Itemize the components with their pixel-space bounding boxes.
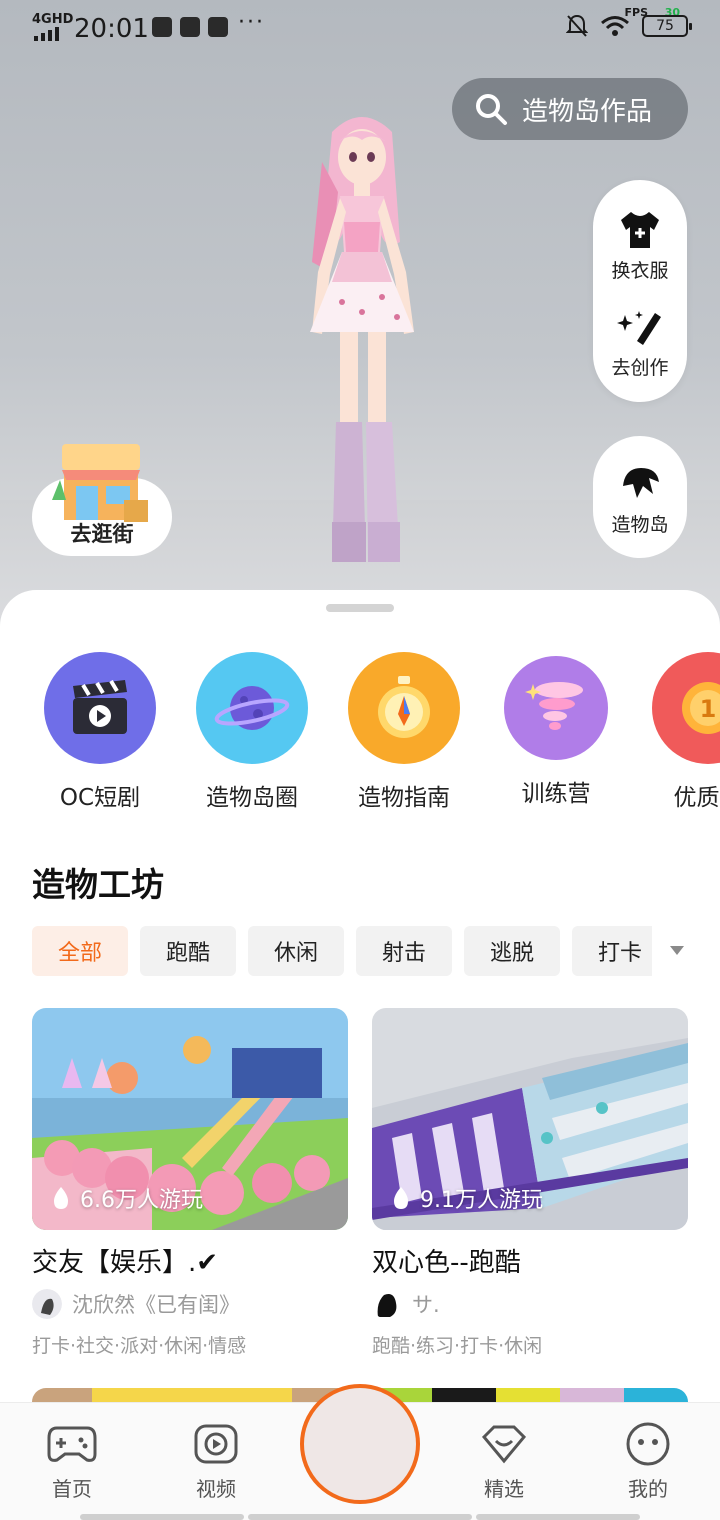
charging-icon — [152, 17, 172, 37]
tshirt-icon — [620, 212, 659, 248]
nav-featured[interactable]: 精选 — [464, 1421, 544, 1502]
quick-action-label: 优质作 — [673, 785, 720, 811]
game-tags: 打卡·社交·派对·休闲·情感 — [32, 1335, 247, 1357]
svg-text:1: 1 — [700, 695, 717, 723]
play-count: 6.6万人游玩 — [52, 1182, 203, 1214]
nav-video[interactable]: 视频 — [176, 1421, 256, 1502]
bottom-sheet: OC短剧 造物岛圈 造物指南 训练营 1 优质 造物工坊 全部 跑酷 休闲 射击… — [0, 590, 720, 1520]
change-clothes-button[interactable]: 换衣服 — [611, 210, 669, 283]
flame-icon — [394, 1187, 408, 1209]
quick-action-label: 造物指南 — [358, 785, 450, 811]
sheet-drag-handle[interactable] — [326, 604, 394, 612]
author-name: 沈欣然《已有闺》 — [72, 1293, 240, 1317]
gamepad-icon — [47, 1426, 97, 1462]
nav-home[interactable]: 首页 — [32, 1421, 112, 1502]
chip-shooting[interactable]: 射击 — [356, 926, 452, 976]
flame-icon — [54, 1187, 68, 1209]
medal-icon: 1 — [682, 682, 720, 734]
wifi-icon — [601, 16, 629, 36]
quick-action-label: 训练营 — [521, 781, 591, 807]
nav-mine[interactable]: 我的 — [608, 1421, 688, 1502]
planet-icon — [214, 686, 290, 730]
chip-checkin[interactable]: 打卡 — [572, 926, 652, 976]
gem-heart-icon — [481, 1425, 527, 1464]
author-name: サ. — [412, 1293, 440, 1317]
workshop-title: 造物工坊 — [32, 865, 164, 904]
avatar-scene: 4GHD 20:01 ··· FPS 30 75 造物岛作品 换衣服 去创作 造… — [0, 0, 720, 640]
change-clothes-label: 换衣服 — [611, 260, 669, 282]
nav-mine-label: 我的 — [628, 1477, 668, 1501]
game-card[interactable]: 9.1万人游玩 双心色--跑酷 サ. 跑酷·练习·打卡·休闲 — [372, 1008, 688, 1358]
tornado-icon — [525, 682, 583, 730]
game-tags: 跑酷·练习·打卡·休闲 — [372, 1335, 543, 1357]
signal-icon — [34, 27, 64, 41]
avatar — [32, 1289, 62, 1319]
avatar — [372, 1289, 402, 1319]
network-label: 4GHD — [32, 12, 74, 27]
nav-featured-label: 精选 — [484, 1477, 524, 1501]
chip-casual[interactable]: 休闲 — [248, 926, 344, 976]
chip-escape[interactable]: 逃脱 — [464, 926, 560, 976]
play-count: 9.1万人游玩 — [392, 1182, 543, 1214]
search-icon — [476, 94, 507, 125]
nav-home-label: 首页 — [52, 1477, 92, 1501]
play-count-text: 9.1万人游玩 — [420, 1188, 543, 1213]
more-notifications-icon: ··· — [238, 10, 265, 35]
search-works-button[interactable]: 造物岛作品 — [452, 78, 688, 140]
quick-action-label: 造物岛圈 — [206, 785, 298, 811]
quick-action-training[interactable]: 训练营 — [486, 652, 626, 808]
mail-icon — [208, 17, 228, 37]
avatar-character[interactable] — [282, 102, 442, 572]
gesture-bar — [248, 1514, 472, 1520]
gesture-bar — [80, 1514, 244, 1520]
game-thumbnail: 6.6万人游玩 — [32, 1008, 348, 1230]
status-bar: 4GHD 20:01 ··· FPS 30 75 — [0, 0, 720, 58]
search-label: 造物岛作品 — [522, 96, 653, 127]
play-video-icon — [194, 1424, 238, 1464]
island-button[interactable]: 造物岛 — [593, 436, 687, 558]
quick-action-guide[interactable]: 造物指南 — [334, 652, 474, 812]
center-create-button[interactable] — [300, 1384, 420, 1504]
mute-bell-icon — [566, 14, 588, 37]
category-chips: 全部 跑酷 休闲 射击 逃脱 打卡 — [32, 926, 652, 978]
chevron-down-icon[interactable] — [670, 946, 684, 955]
compass-icon — [378, 676, 430, 738]
nav-video-label: 视频 — [196, 1477, 236, 1501]
battery-indicator: 75 — [642, 15, 692, 37]
play-count-text: 6.6万人游玩 — [80, 1188, 203, 1213]
quick-action-oc-drama[interactable]: OC短剧 — [30, 652, 170, 812]
game-thumbnail: 9.1万人游玩 — [372, 1008, 688, 1230]
quick-action-quality-works[interactable]: 1 优质作 — [638, 652, 720, 812]
game-author[interactable]: 沈欣然《已有闺》 — [32, 1289, 348, 1319]
face-icon — [626, 1422, 670, 1466]
island-icon — [623, 468, 659, 498]
chip-all[interactable]: 全部 — [32, 926, 128, 976]
clock: 20:01 — [74, 14, 149, 44]
quick-action-label: OC短剧 — [59, 785, 141, 811]
island-label: 造物岛 — [611, 514, 669, 536]
magic-brush-icon — [616, 311, 661, 345]
game-title: 双心色--跑酷 — [372, 1248, 521, 1278]
create-label: 去创作 — [611, 357, 669, 379]
game-card[interactable]: 6.6万人游玩 交友【娱乐】.✔ 沈欣然《已有闺》 打卡·社交·派对·休闲·情感 — [32, 1008, 348, 1358]
game-author[interactable]: サ. — [372, 1289, 688, 1319]
create-button[interactable]: 去创作 — [611, 307, 669, 380]
clapperboard-icon — [73, 680, 127, 734]
chip-parkour[interactable]: 跑酷 — [140, 926, 236, 976]
side-menu: 换衣服 去创作 — [593, 180, 687, 402]
storage-icon — [180, 17, 200, 37]
store-icon — [52, 444, 148, 522]
quick-actions-row: OC短剧 造物岛圈 造物指南 训练营 1 优质 — [0, 652, 720, 822]
gesture-bar — [476, 1514, 640, 1520]
quick-action-island-circle[interactable]: 造物岛圈 — [182, 652, 322, 812]
game-title: 交友【娱乐】.✔ — [32, 1248, 219, 1278]
